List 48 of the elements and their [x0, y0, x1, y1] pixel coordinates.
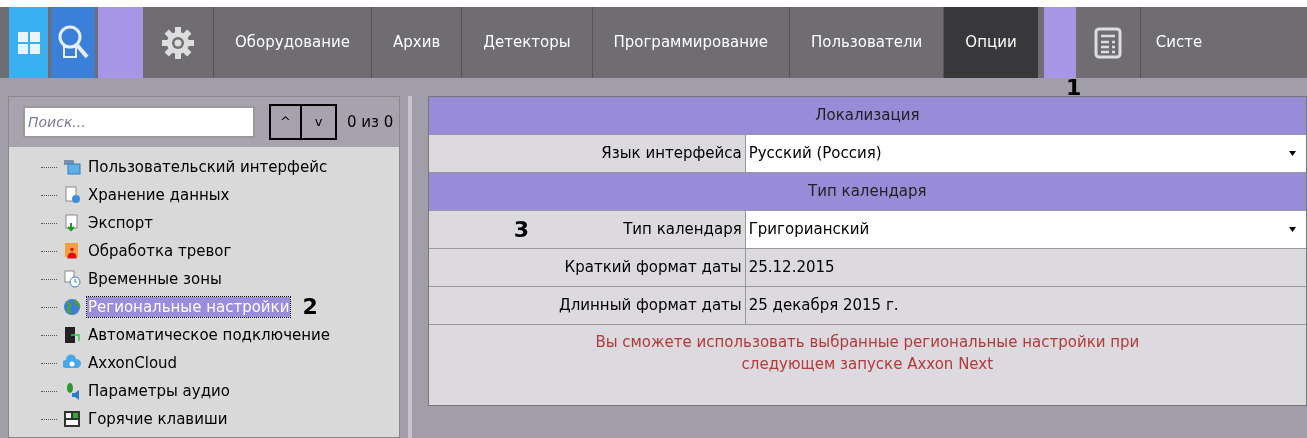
document-list-icon[interactable] — [1093, 26, 1122, 59]
tree-item[interactable]: Временные зоны — [87, 269, 223, 289]
dropdown[interactable]: Русский (Россия) — [745, 135, 1306, 172]
nav-tab[interactable]: Систе — [1140, 7, 1203, 78]
previous-button[interactable]: ^ — [269, 104, 302, 140]
section-header: Локализация — [428, 97, 1306, 135]
tile-strip — [98, 7, 143, 78]
dropdown[interactable]: Григорианский — [745, 211, 1306, 248]
keyboard-keys-icon — [63, 410, 81, 428]
nav-tab[interactable]: Детекторы — [462, 7, 593, 78]
tree-item[interactable]: Хранение данных — [87, 185, 231, 205]
nav-tab[interactable]: Оборудование — [214, 7, 372, 78]
restart-notice: Вы сможете использовать выбранные региональные настройки при следующем запуске Axxon Next — [594, 332, 1141, 375]
globe-icon — [63, 298, 81, 316]
section-header: Тип календаря — [428, 173, 1306, 211]
field-value: 25 декабря 2015 г. — [747, 295, 900, 317]
tile-strip — [1043, 7, 1076, 78]
tree-item[interactable]: Автоматическое подключение — [87, 325, 332, 345]
callout-number: 2 — [302, 296, 318, 318]
archive-search-button[interactable] — [51, 7, 95, 78]
field-value: 25.12.2015 — [747, 257, 836, 279]
server-icon — [63, 326, 81, 344]
field-label: Длинный формат даты — [558, 295, 742, 317]
tiles-button[interactable] — [9, 7, 48, 78]
caret-icon — [1289, 227, 1296, 232]
tree-item[interactable]: Параметры аудио — [87, 381, 231, 401]
tree-item[interactable]: Горячие клавиши — [87, 409, 229, 429]
grid-icon — [17, 31, 40, 54]
window-icon — [63, 158, 81, 176]
next-button[interactable]: v — [302, 104, 337, 140]
settings-icon[interactable] — [161, 25, 195, 60]
nav-tab[interactable]: Опции — [944, 7, 1038, 78]
tree-item[interactable]: AxxonCloud — [87, 353, 179, 373]
nav-tab[interactable]: Архив — [372, 7, 463, 78]
tree-item[interactable]: Пользовательский интерфейс — [87, 157, 329, 177]
caret-icon — [1289, 151, 1296, 156]
field-label: Тип календаря — [623, 219, 742, 241]
clock-icon — [63, 270, 81, 288]
field-label: Краткий формат даты — [564, 257, 742, 279]
tree-item[interactable]: Обработка тревог — [87, 241, 233, 261]
nav-tab[interactable]: Программирование — [592, 7, 790, 78]
field-label: Язык интерфейса — [601, 143, 742, 165]
search-field[interactable]: Поиск... — [23, 106, 255, 138]
callout-number: 3 — [513, 218, 529, 241]
callout-number: 1 — [1066, 77, 1082, 99]
magnifier-tape-icon — [56, 24, 90, 61]
tree-item[interactable]: Экспорт — [87, 213, 155, 233]
match-count: 0 из 0 — [347, 111, 394, 133]
